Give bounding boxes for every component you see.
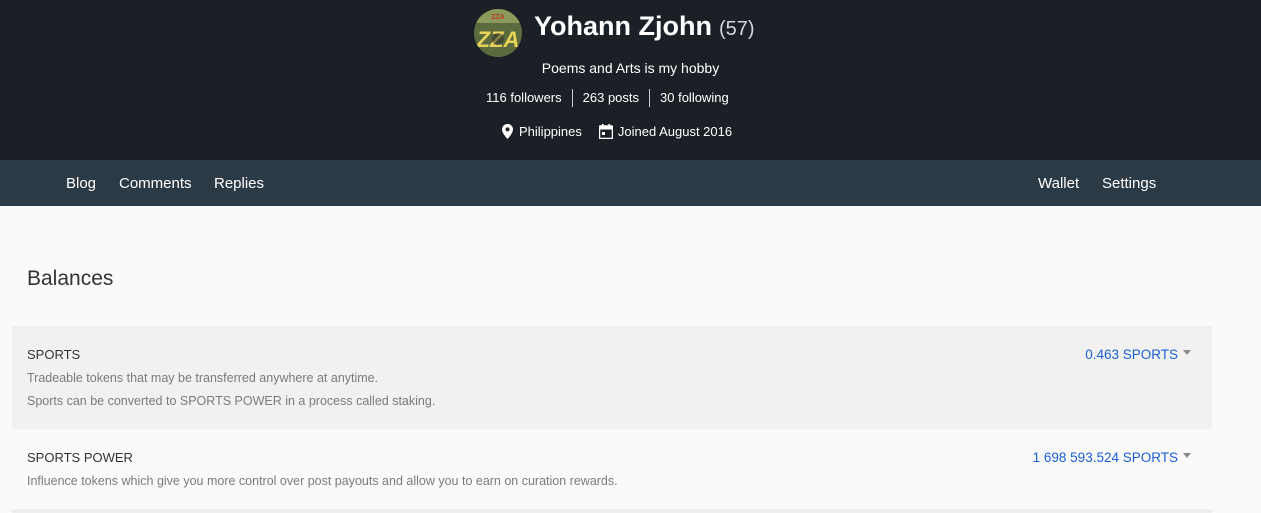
nav-replies[interactable]: Replies <box>214 175 264 192</box>
nav-blog[interactable]: Blog <box>66 175 96 192</box>
following-count[interactable]: 30 following <box>649 89 739 107</box>
profile-header: ZZA ZZA Yohann Zjohn (57) Poems and Arts… <box>0 0 1261 160</box>
posts-count[interactable]: 263 posts <box>571 89 649 107</box>
balance-amount[interactable]: 1 698 593.524 SPORTS <box>1033 450 1178 465</box>
avatar-image: ZZA ZZA <box>474 9 522 57</box>
sports-power-amount-dropdown[interactable]: 1 698 593.524 SPORTS <box>1033 450 1191 465</box>
balance-title: SPORTS POWER <box>27 450 133 465</box>
profile-meta: Philippines Joined August 2016 <box>500 123 732 139</box>
row-divider <box>12 509 1212 513</box>
profile-name-row: Yohann Zjohn (57) <box>534 11 755 47</box>
balance-description: Tradeable tokens that may be transferred… <box>27 371 379 385</box>
balance-description: Influence tokens which give you more con… <box>27 474 618 488</box>
balances-heading: Balances <box>27 267 114 290</box>
caret-down-icon[interactable] <box>1183 350 1191 355</box>
balance-description-secondary: Sports can be converted to SPORTS POWER … <box>27 394 436 408</box>
avatar-banner-text: ZZA <box>491 14 505 21</box>
balance-row-sports: SPORTS Tradeable tokens that may be tran… <box>12 326 1212 429</box>
profile-navbar: Blog Comments Replies Wallet Settings <box>0 160 1261 206</box>
profile-joined: Joined August 2016 <box>617 123 733 139</box>
nav-comments[interactable]: Comments <box>119 175 192 192</box>
profile-name: Yohann Zjohn <box>534 11 712 41</box>
reputation-score: (57) <box>718 18 755 40</box>
profile-location: Philippines <box>519 123 582 139</box>
nav-wallet[interactable]: Wallet <box>1038 175 1079 192</box>
profile-stats: 116 followers 263 posts 30 following <box>476 89 739 107</box>
nav-settings[interactable]: Settings <box>1102 175 1156 192</box>
sports-amount-dropdown[interactable]: 0.463 SPORTS <box>1085 347 1191 362</box>
wallet-content: Balances SPORTS Tradeable tokens that ma… <box>0 206 1261 513</box>
balance-amount[interactable]: 0.463 SPORTS <box>1085 347 1178 362</box>
calendar-icon <box>598 123 613 139</box>
location-pin-icon <box>500 123 514 139</box>
balance-title: SPORTS <box>27 347 81 362</box>
balance-row-sports-power: SPORTS POWER Influence tokens which give… <box>12 429 1212 509</box>
caret-down-icon[interactable] <box>1183 453 1191 458</box>
profile-about: Poems and Arts is my hobby <box>541 60 720 76</box>
avatar[interactable]: ZZA ZZA <box>474 9 522 57</box>
followers-count[interactable]: 116 followers <box>476 89 572 107</box>
